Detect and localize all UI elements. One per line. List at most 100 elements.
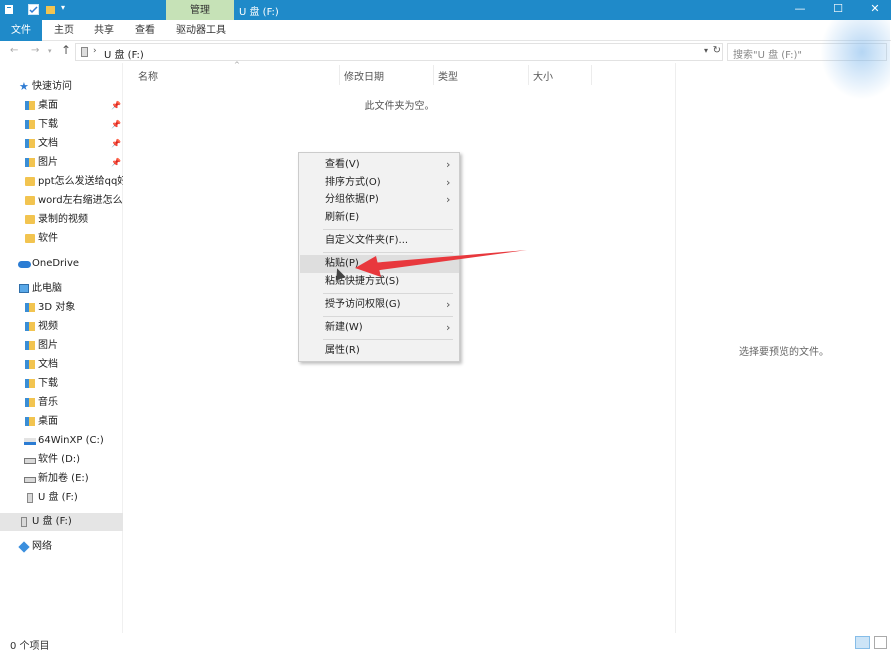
close-button[interactable]: ✕ <box>856 0 891 20</box>
nav-this-pc[interactable]: 此电脑 <box>0 280 123 298</box>
nav-item-word-folder[interactable]: word左右缩进怎么设 <box>0 192 123 210</box>
breadcrumb-path[interactable]: U 盘 (F:) <box>104 46 144 61</box>
nav-item-pictures[interactable]: 图片 📌 <box>0 154 123 172</box>
nav-item-ppt-folder[interactable]: ppt怎么发送给qq好 <box>0 173 123 191</box>
menu-separator <box>323 229 453 230</box>
nav-label: OneDrive <box>32 258 80 269</box>
usb-drive-icon <box>21 517 27 527</box>
nav-label: U 盘 (F:) <box>32 516 72 527</box>
nav-label: U 盘 (F:) <box>38 492 78 503</box>
menu-item-properties[interactable]: 属性(R) <box>300 342 459 360</box>
nav-label: 64WinXP (C:) <box>38 435 104 446</box>
preview-message: 选择要预览的文件。 <box>739 347 829 358</box>
details-view-button[interactable] <box>855 636 870 649</box>
preview-pane: 选择要预览的文件。 <box>675 63 891 633</box>
column-header-type[interactable]: 类型 <box>438 68 458 83</box>
properties-quick-icon[interactable] <box>28 4 39 15</box>
menu-separator <box>323 339 453 340</box>
menu-item-refresh[interactable]: 刷新(E) <box>300 209 459 227</box>
nav-item-desktop[interactable]: 桌面 📌 <box>0 97 123 115</box>
pin-icon: 📌 <box>111 158 121 167</box>
column-divider[interactable] <box>339 65 340 85</box>
tab-home[interactable]: 主页 <box>54 20 74 41</box>
menu-item-group-by[interactable]: 分组依据(P) › <box>300 191 459 209</box>
maximize-button[interactable]: ☐ <box>819 0 857 20</box>
nav-item-pc-downloads[interactable]: 下载 <box>0 375 123 393</box>
menu-item-sort-by[interactable]: 排序方式(O) › <box>300 174 459 192</box>
column-header-date[interactable]: 修改日期 <box>344 68 384 83</box>
nav-item-downloads[interactable]: 下载 📌 <box>0 116 123 134</box>
usb-drive-icon <box>27 493 33 503</box>
tab-share[interactable]: 共享 <box>94 20 114 41</box>
nav-udisk-selected[interactable]: U 盘 (F:) <box>0 513 123 531</box>
column-divider[interactable] <box>433 65 434 85</box>
nav-item-recorded-videos[interactable]: 录制的视频 <box>0 211 123 229</box>
pc-icon <box>19 284 29 293</box>
menu-item-give-access[interactable]: 授予访问权限(G) › <box>300 296 459 314</box>
nav-quick-access[interactable]: ★ 快速访问 <box>0 78 123 96</box>
tab-drive-tools[interactable]: 驱动器工具 <box>176 20 226 41</box>
refresh-icon[interactable]: ↻ <box>713 45 721 56</box>
nav-item-pc-documents[interactable]: 文档 <box>0 356 123 374</box>
nav-item-pc-pictures[interactable]: 图片 <box>0 337 123 355</box>
status-bar: 0 个项目 <box>0 633 891 650</box>
folder-icon <box>25 215 35 224</box>
nav-network[interactable]: 网络 <box>0 538 123 556</box>
cloud-icon <box>18 261 31 268</box>
nav-item-3d-objects[interactable]: 3D 对象 <box>0 299 123 317</box>
nav-item-drive-e[interactable]: 新加卷 (E:) <box>0 470 123 488</box>
menu-item-customize-folder[interactable]: 自定义文件夹(F)... <box>300 232 459 250</box>
column-header-size[interactable]: 大小 <box>533 68 553 83</box>
recent-locations-button[interactable]: ▾ <box>48 47 52 55</box>
nav-item-software-folder[interactable]: 软件 <box>0 230 123 248</box>
menu-item-paste-shortcut[interactable]: 粘贴快捷方式(S) <box>300 273 459 291</box>
nav-label: ppt怎么发送给qq好 <box>38 176 123 187</box>
customize-quick-access-icon[interactable]: ▾ <box>61 3 72 14</box>
nav-label: 软件 <box>38 233 58 244</box>
nav-item-drive-f[interactable]: U 盘 (F:) <box>0 489 123 507</box>
tab-file[interactable]: 文件 <box>0 20 42 41</box>
nav-onedrive[interactable]: OneDrive <box>0 255 123 273</box>
music-folder-icon <box>25 398 35 407</box>
nav-item-drive-d[interactable]: 软件 (D:) <box>0 451 123 469</box>
submenu-arrow-icon: › <box>446 193 451 206</box>
tab-manage[interactable]: 管理 <box>166 0 234 20</box>
nav-item-videos[interactable]: 视频 <box>0 318 123 336</box>
search-placeholder[interactable]: 搜索"U 盘 (F:)" <box>733 46 802 61</box>
back-button[interactable]: ← <box>10 45 18 56</box>
menu-separator <box>323 252 453 253</box>
watermark-decoration <box>820 20 890 100</box>
tab-view[interactable]: 查看 <box>135 20 155 41</box>
large-icons-view-button[interactable] <box>874 636 887 649</box>
sort-ascending-icon: ^ <box>234 61 240 69</box>
pictures-folder-icon <box>25 158 35 167</box>
new-folder-quick-icon[interactable] <box>45 4 56 15</box>
forward-button[interactable]: → <box>31 45 39 56</box>
column-header-name[interactable]: 名称 <box>138 68 158 83</box>
nav-item-pc-desktop[interactable]: 桌面 <box>0 413 123 431</box>
network-icon <box>18 541 30 553</box>
menu-item-view[interactable]: 查看(V) › <box>300 156 459 174</box>
nav-label: 桌面 <box>38 100 58 111</box>
drive-icon <box>24 458 36 464</box>
menu-label: 排序方式(O) <box>325 177 381 188</box>
menu-item-new[interactable]: 新建(W) › <box>300 319 459 337</box>
minimize-button[interactable]: — <box>781 0 819 20</box>
documents-folder-icon <box>25 139 35 148</box>
address-bar[interactable]: › U 盘 (F:) ▾ ↻ <box>75 43 723 61</box>
folder-icon <box>25 177 35 186</box>
nav-item-documents[interactable]: 文档 📌 <box>0 135 123 153</box>
desktop-folder-icon <box>25 101 35 110</box>
menu-item-paste[interactable]: 粘贴(P) <box>300 255 459 273</box>
column-divider[interactable] <box>591 65 592 85</box>
menu-label: 查看(V) <box>325 159 360 170</box>
submenu-arrow-icon: › <box>446 321 451 334</box>
address-dropdown-icon[interactable]: ▾ <box>704 46 708 55</box>
column-divider[interactable] <box>528 65 529 85</box>
breadcrumb-chevron-icon[interactable]: › <box>93 46 97 56</box>
nav-item-music[interactable]: 音乐 <box>0 394 123 412</box>
nav-item-drive-c[interactable]: 64WinXP (C:) <box>0 432 123 450</box>
nav-label: 下载 <box>38 378 58 389</box>
up-button[interactable]: ↑ <box>61 43 71 57</box>
nav-label: 录制的视频 <box>38 214 88 225</box>
